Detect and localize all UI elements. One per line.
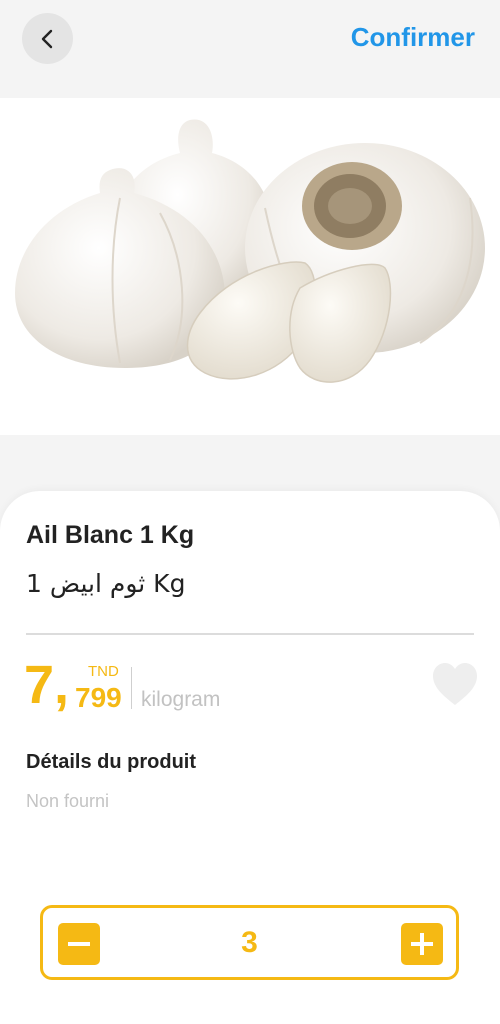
- top-bar: Confirmer: [0, 0, 500, 98]
- price-unit: kilogram: [141, 688, 221, 711]
- chevron-left-icon: [41, 29, 52, 48]
- price-decimal: 799: [75, 682, 122, 713]
- product-sheet: Ail Blanc 1 Kg ثوم ابيض 1 Kg 7, TND 799 …: [0, 491, 500, 1024]
- details-value: Non fourni: [26, 791, 110, 811]
- product-title: Ail Blanc 1 Kg: [26, 521, 195, 549]
- heart-icon: [433, 663, 477, 705]
- divider: [26, 633, 474, 635]
- price-currency: TND: [88, 663, 119, 680]
- plus-icon: [411, 933, 433, 955]
- product-image: [0, 98, 500, 435]
- increase-quantity-button[interactable]: [401, 923, 443, 965]
- confirm-button[interactable]: Confirmer: [351, 22, 475, 53]
- details-title: Détails du produit: [26, 751, 196, 773]
- product-subtitle-arabic: ثوم ابيض 1 Kg: [26, 569, 186, 598]
- garlic-image: [15, 119, 485, 383]
- quantity-stepper: 3: [40, 905, 459, 980]
- back-button[interactable]: [22, 13, 73, 64]
- price-integer: 7,: [24, 655, 70, 715]
- price-separator: [131, 667, 132, 709]
- quantity-value: 3: [241, 926, 258, 959]
- favorite-button[interactable]: [431, 661, 479, 707]
